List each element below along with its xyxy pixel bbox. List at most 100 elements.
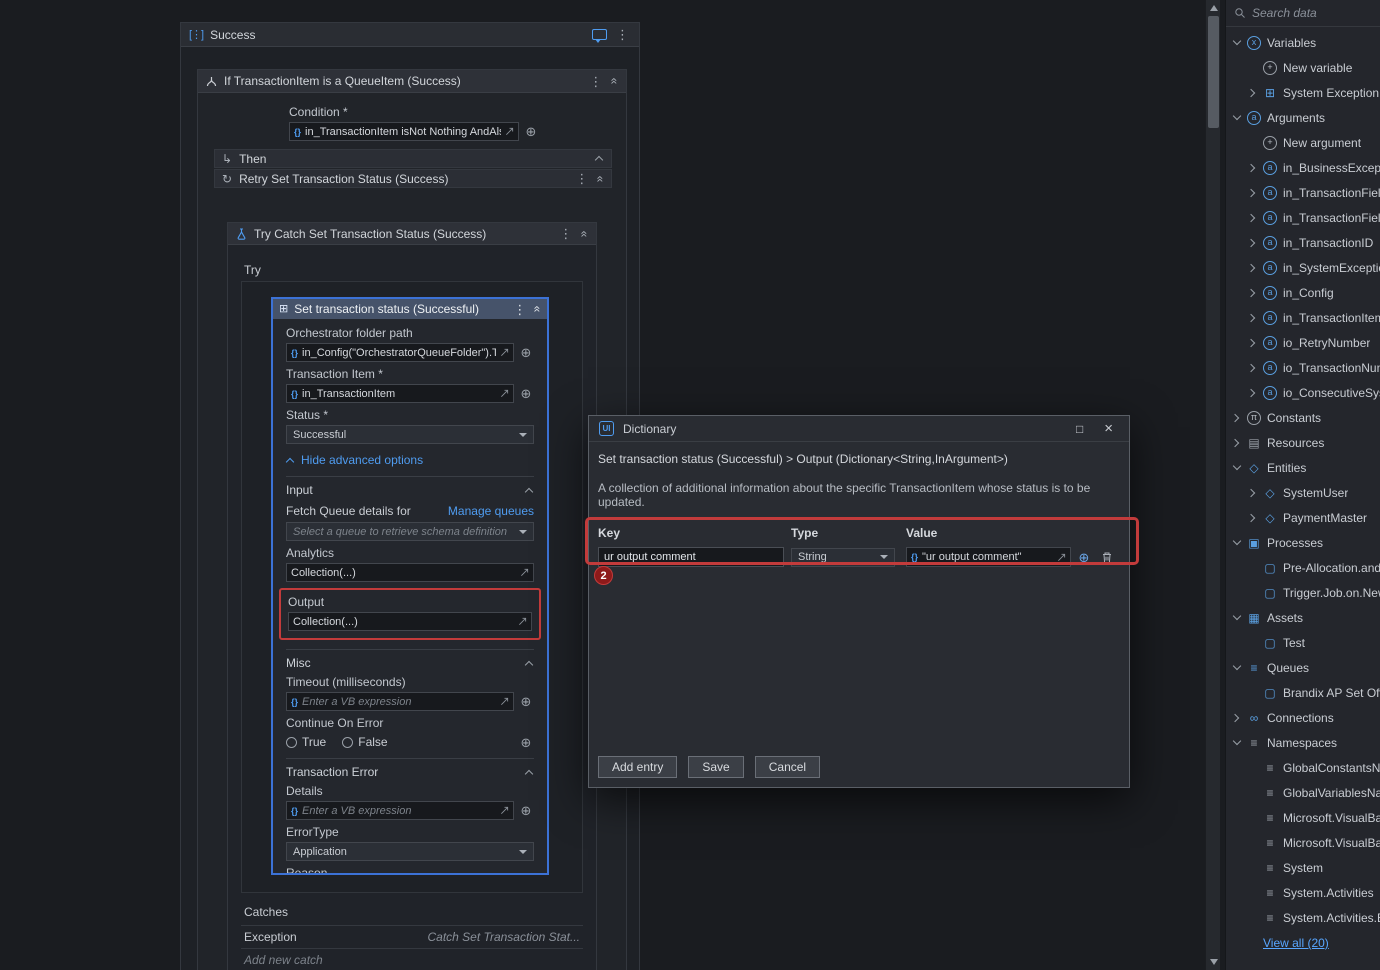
- add-expression-icon[interactable]: ⊕: [518, 387, 534, 400]
- chevron-right-icon[interactable]: [1232, 413, 1241, 422]
- collapse-icon[interactable]: «: [532, 306, 544, 313]
- analytics-collection-field[interactable]: Collection(...): [286, 563, 534, 582]
- delete-entry-icon[interactable]: [1101, 551, 1113, 564]
- sidebar-item-queue[interactable]: ▢Brandix AP Set Off: [1226, 680, 1380, 705]
- chevron-right-icon[interactable]: [1248, 163, 1257, 172]
- collapse-icon[interactable]: «: [595, 175, 607, 182]
- sidebar-item-new-argument[interactable]: +New argument: [1226, 130, 1380, 155]
- chevron-down-icon[interactable]: [1232, 463, 1241, 472]
- expand-editor-icon[interactable]: [1057, 553, 1066, 562]
- set-status-header[interactable]: ⊞ Set transaction status (Successful) ⋮ …: [273, 299, 547, 319]
- sidebar-item-entities[interactable]: ◇Entities: [1226, 455, 1380, 480]
- trycatch-header[interactable]: Try Catch Set Transaction Status (Succes…: [228, 223, 596, 245]
- sidebar-item-namespace[interactable]: ≡GlobalVariablesName: [1226, 780, 1380, 805]
- exception-catch-row[interactable]: Exception Catch Set Transaction Stat...: [241, 925, 583, 948]
- if-activity-header[interactable]: If TransactionItem is a QueueItem (Succe…: [198, 70, 626, 93]
- misc-section-header[interactable]: Misc: [286, 649, 534, 670]
- errortype-dropdown[interactable]: Application: [286, 842, 534, 861]
- sidebar-item-process[interactable]: ▢Pre-Allocation.and.All: [1226, 555, 1380, 580]
- expand-editor-icon[interactable]: [500, 389, 509, 398]
- sidebar-item-argument[interactable]: aio_TransactionNumbe: [1226, 355, 1380, 380]
- entry-value-field[interactable]: {} "ur output comment": [906, 547, 1071, 567]
- chevron-right-icon[interactable]: [1232, 713, 1241, 722]
- chevron-down-icon[interactable]: [1232, 613, 1241, 622]
- chevron-right-icon[interactable]: [1248, 263, 1257, 272]
- save-button[interactable]: Save: [688, 756, 743, 778]
- sidebar-item-argument[interactable]: ain_SystemException: [1226, 255, 1380, 280]
- sidebar-item-assets[interactable]: ▦Assets: [1226, 605, 1380, 630]
- add-entry-button[interactable]: Add entry: [598, 756, 677, 778]
- sidebar-item-namespace[interactable]: ≡System.Activities.Expr: [1226, 905, 1380, 930]
- sidebar-item-processes[interactable]: ▣Processes: [1226, 530, 1380, 555]
- entry-key-input[interactable]: [598, 547, 784, 567]
- expand-editor-icon[interactable]: [518, 617, 527, 626]
- chevron-right-icon[interactable]: [1248, 338, 1257, 347]
- dialog-titlebar[interactable]: UI Dictionary □ ×: [589, 416, 1129, 442]
- sidebar-item-entity[interactable]: ◇SystemUser: [1226, 480, 1380, 505]
- hide-advanced-options-link[interactable]: Hide advanced options: [286, 453, 534, 467]
- add-expression-icon[interactable]: ⊕: [523, 125, 539, 138]
- radio-false[interactable]: False: [342, 735, 387, 749]
- chevron-down-icon[interactable]: [1232, 38, 1241, 47]
- chevron-down-icon[interactable]: [1232, 538, 1241, 547]
- kebab-menu-icon[interactable]: ⋮: [573, 172, 590, 185]
- sidebar-item-namespace[interactable]: ≡Microsoft.VisualBasic: [1226, 805, 1380, 830]
- sidebar-item-asset[interactable]: ▢Test: [1226, 630, 1380, 655]
- sidebar-item-argument[interactable]: aio_RetryNumber: [1226, 330, 1380, 355]
- sidebar-item-system-exception[interactable]: ⊞System Exception: [1226, 80, 1380, 105]
- add-expression-icon[interactable]: ⊕: [518, 736, 534, 749]
- chevron-down-icon[interactable]: [1232, 113, 1241, 122]
- sidebar-item-argument[interactable]: ain_BusinessException: [1226, 155, 1380, 180]
- details-field[interactable]: {} Enter a VB expression: [286, 801, 514, 820]
- sidebar-item-queues[interactable]: ≡Queues: [1226, 655, 1380, 680]
- kebab-menu-icon[interactable]: ⋮: [587, 75, 604, 88]
- maximize-icon[interactable]: □: [1070, 422, 1089, 436]
- sequence-success-header[interactable]: [⋮] Success ⋮: [181, 23, 639, 47]
- close-icon[interactable]: ×: [1098, 420, 1119, 437]
- timeout-field[interactable]: {} Enter a VB expression: [286, 692, 514, 711]
- chevron-right-icon[interactable]: [1248, 213, 1257, 222]
- scrollbar-thumb[interactable]: [1208, 16, 1219, 128]
- chevron-right-icon[interactable]: [1248, 513, 1257, 522]
- sidebar-item-argument[interactable]: ain_TransactionField2: [1226, 205, 1380, 230]
- queue-select-dropdown[interactable]: Select a queue to retrieve schema defini…: [286, 522, 534, 541]
- chevron-right-icon[interactable]: [1248, 363, 1257, 372]
- sidebar-item-arguments[interactable]: aArguments: [1226, 105, 1380, 130]
- scroll-down-icon[interactable]: [1210, 959, 1218, 965]
- radio-icon[interactable]: [286, 737, 297, 748]
- expand-editor-icon[interactable]: [505, 127, 514, 136]
- chevron-down-icon[interactable]: [1232, 738, 1241, 747]
- scroll-up-icon[interactable]: [1210, 5, 1218, 11]
- chevron-down-icon[interactable]: [1232, 663, 1241, 672]
- view-all-link[interactable]: View all (20): [1226, 930, 1380, 950]
- output-collection-field[interactable]: Collection(...): [288, 612, 532, 631]
- sidebar-item-argument[interactable]: aio_ConsecutiveSystem: [1226, 380, 1380, 405]
- transaction-item-field[interactable]: {} in_TransactionItem: [286, 384, 514, 403]
- chevron-right-icon[interactable]: [1248, 488, 1257, 497]
- cancel-button[interactable]: Cancel: [755, 756, 820, 778]
- kebab-menu-icon[interactable]: ⋮: [557, 227, 574, 240]
- manage-queues-link[interactable]: Manage queues: [448, 504, 534, 518]
- sidebar-item-namespace[interactable]: ≡System.Activities: [1226, 880, 1380, 905]
- entry-type-dropdown[interactable]: String: [791, 548, 895, 567]
- sidebar-item-process[interactable]: ▢Trigger.Job.on.New.En: [1226, 580, 1380, 605]
- add-expression-icon[interactable]: ⊕: [518, 346, 534, 359]
- collapse-section-icon[interactable]: [525, 768, 534, 777]
- input-section-header[interactable]: Input: [286, 476, 534, 497]
- vertical-scrollbar[interactable]: [1205, 0, 1220, 970]
- sidebar-item-new-variable[interactable]: +New variable: [1226, 55, 1380, 80]
- orchestrator-folder-field[interactable]: {} in_Config("OrchestratorQueueFolder").…: [286, 343, 514, 362]
- collapse-section-icon[interactable]: [525, 486, 534, 495]
- sidebar-item-resources[interactable]: ▤Resources: [1226, 430, 1380, 455]
- transaction-error-section-header[interactable]: Transaction Error: [286, 758, 534, 779]
- collapse-section-icon[interactable]: [595, 154, 604, 163]
- sidebar-item-argument[interactable]: ain_TransactionItem: [1226, 305, 1380, 330]
- collapse-icon[interactable]: «: [609, 78, 621, 85]
- sidebar-item-namespaces[interactable]: ≡Namespaces: [1226, 730, 1380, 755]
- then-section-bar[interactable]: ↳ Then: [214, 149, 612, 168]
- radio-icon[interactable]: [342, 737, 353, 748]
- search-input[interactable]: [1252, 6, 1372, 20]
- chevron-right-icon[interactable]: [1248, 238, 1257, 247]
- condition-expression-field[interactable]: {} in_TransactionItem isNot Nothing AndA…: [289, 122, 519, 141]
- expand-editor-icon[interactable]: [520, 568, 529, 577]
